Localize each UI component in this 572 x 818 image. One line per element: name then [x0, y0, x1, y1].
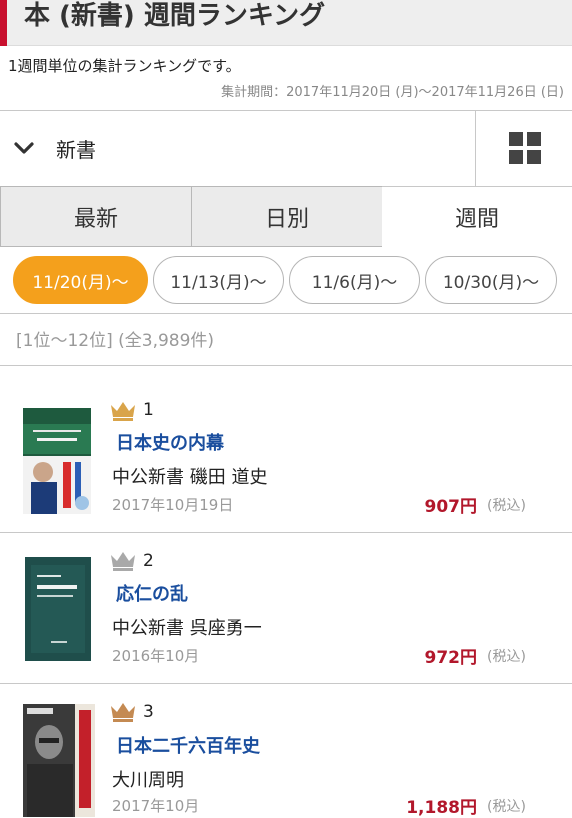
divider	[0, 683, 572, 684]
category-label: 新書	[56, 138, 96, 162]
tax-note: (税込)	[487, 649, 526, 665]
grid-view-button[interactable]	[475, 111, 572, 186]
week-pill-1113[interactable]: 11/13(月)～	[153, 256, 284, 304]
release-date: 2016年10月	[112, 647, 200, 665]
book-cover-2[interactable]	[25, 557, 91, 661]
week-pill-1030[interactable]: 10/30(月)～	[425, 256, 557, 304]
release-date: 2017年10月19日	[112, 496, 234, 514]
book-title-link[interactable]: 応仁の乱	[116, 580, 188, 606]
page-title: 本 (新書) 週間ランキング	[24, 1, 326, 31]
chevron-down-icon	[14, 142, 34, 154]
publisher-author: 中公新書 呉座勇一	[112, 618, 262, 639]
rank-number: 3	[143, 702, 154, 722]
tax-note: (税込)	[487, 799, 526, 815]
tax-note: (税込)	[487, 498, 526, 514]
header-accent-bar	[0, 0, 7, 46]
book-title-link[interactable]: 日本史の内幕	[116, 429, 224, 455]
gold-crown-icon	[111, 402, 135, 421]
tab-daily[interactable]: 日別	[191, 186, 383, 247]
divider	[0, 313, 572, 314]
price: 907円	[424, 497, 478, 517]
category-row: 新書	[0, 111, 572, 186]
price: 1,188円	[406, 798, 477, 818]
rank-number: 1	[143, 400, 154, 420]
price: 972円	[424, 648, 478, 668]
rank-number: 2	[143, 551, 154, 571]
divider	[0, 532, 572, 533]
book-title-link[interactable]: 日本二千六百年史	[116, 732, 260, 758]
divider	[0, 365, 572, 366]
book-cover-3[interactable]	[23, 704, 95, 817]
week-pill-1120[interactable]: 11/20(月)～	[13, 256, 148, 304]
ranking-description: 1週間単位の集計ランキングです。	[8, 57, 241, 75]
bronze-crown-icon	[111, 703, 135, 722]
publisher-author: 中公新書 磯田 道史	[112, 467, 268, 488]
book-cover-1[interactable]	[23, 408, 91, 514]
silver-crown-icon	[111, 552, 135, 571]
category-dropdown[interactable]: 新書	[0, 111, 475, 186]
release-date: 2017年10月	[112, 797, 200, 815]
tab-latest[interactable]: 最新	[0, 186, 192, 247]
result-count: [1位～12位] (全3,989件)	[16, 331, 215, 351]
tab-weekly[interactable]: 週間	[382, 186, 572, 247]
week-pill-1106[interactable]: 11/6(月)～	[289, 256, 420, 304]
ranking-period: 集計期間：2017年11月20日 (月)～2017年11月26日 (日)	[221, 85, 564, 100]
publisher-author: 大川周明	[112, 770, 184, 791]
grid-view-icon	[509, 132, 541, 164]
page-header: 本 (新書) 週間ランキング	[0, 0, 572, 46]
